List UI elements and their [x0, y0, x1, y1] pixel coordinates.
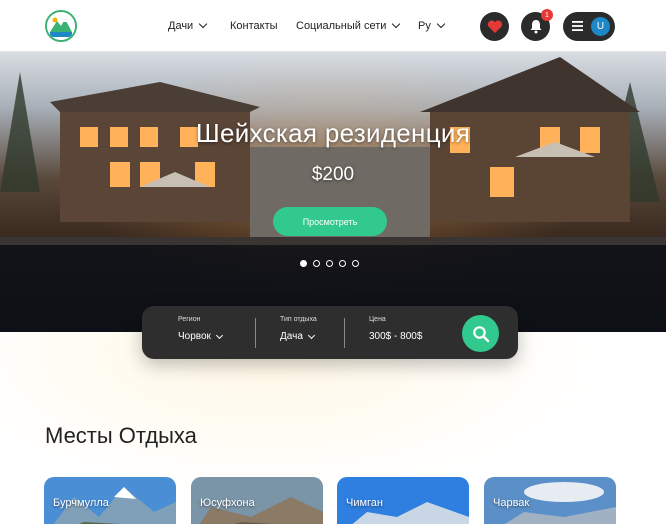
price-range-field[interactable]: Цена 300$ - 800$: [369, 316, 422, 342]
card-name: Чимган: [346, 497, 384, 509]
price-label: Цена: [369, 316, 386, 323]
rest-type-value: Дача: [280, 331, 303, 342]
notification-badge: 1: [541, 9, 553, 21]
hero-banner: Шейхская резиденция $200 Просмотреть: [0, 52, 666, 332]
header: Дачи Контакты Социальный сети Ру 1 U: [0, 0, 666, 52]
chevron-down-icon: [198, 19, 208, 29]
nav-dachi-label: Дачи: [168, 20, 194, 32]
card-name: Юсуфхона: [200, 497, 255, 509]
rest-type-label: Тип отдыха: [280, 316, 317, 323]
region-value: Чорвок: [178, 331, 211, 342]
carousel-dot[interactable]: [300, 260, 307, 267]
search-button[interactable]: [462, 315, 499, 352]
hero-house-image: [0, 57, 666, 332]
destination-card[interactable]: Юсуфхона: [191, 477, 323, 524]
favorites-button[interactable]: [480, 12, 509, 41]
heart-icon: [487, 19, 502, 33]
destination-card[interactable]: Чарвак: [484, 477, 616, 524]
nav-dachi[interactable]: Дачи: [168, 0, 208, 52]
chevron-down-icon: [215, 331, 223, 339]
card-name: Чарвак: [493, 497, 530, 509]
mountain-logo-icon: [47, 12, 75, 40]
carousel-dot[interactable]: [313, 260, 320, 267]
language-select[interactable]: Ру: [418, 0, 446, 52]
chevron-down-icon: [392, 19, 401, 29]
chevron-down-icon: [436, 19, 446, 29]
rest-type-select[interactable]: Тип отдыха Дача: [280, 316, 317, 342]
hero-price: $200: [311, 164, 355, 185]
view-button[interactable]: Просмотреть: [273, 207, 387, 236]
avatar: U: [591, 17, 610, 36]
carousel-dots: [300, 260, 359, 267]
region-select[interactable]: Регион Чорвок: [178, 316, 223, 342]
mountain-logo[interactable]: [45, 10, 77, 42]
carousel-dot[interactable]: [326, 260, 333, 267]
carousel-dot[interactable]: [352, 260, 359, 267]
search-icon: [472, 325, 489, 342]
price-value: 300$ - 800$: [369, 331, 423, 342]
hero-title: Шейхская резиденция: [195, 118, 471, 148]
carousel-dot[interactable]: [339, 260, 346, 267]
destination-card[interactable]: Бурчмулла: [44, 477, 176, 524]
chevron-down-icon: [307, 331, 315, 339]
destination-card[interactable]: Чимган: [337, 477, 469, 524]
region-label: Регион: [178, 316, 201, 323]
bell-icon: [530, 20, 541, 34]
hamburger-icon: [572, 21, 583, 31]
user-menu-button[interactable]: U: [563, 12, 615, 41]
language-label: Ру: [418, 20, 431, 32]
nav-contacts[interactable]: Контакты: [230, 0, 278, 52]
section-title: Месты Отдыха: [45, 423, 197, 448]
nav-social-label: Социальный сети: [296, 20, 387, 32]
nav-contacts-label: Контакты: [230, 20, 278, 32]
divider: [255, 318, 256, 348]
notifications-button[interactable]: 1: [521, 9, 553, 41]
nav-social[interactable]: Социальный сети: [296, 0, 401, 52]
card-name: Бурчмулла: [53, 497, 109, 509]
divider: [344, 318, 345, 348]
